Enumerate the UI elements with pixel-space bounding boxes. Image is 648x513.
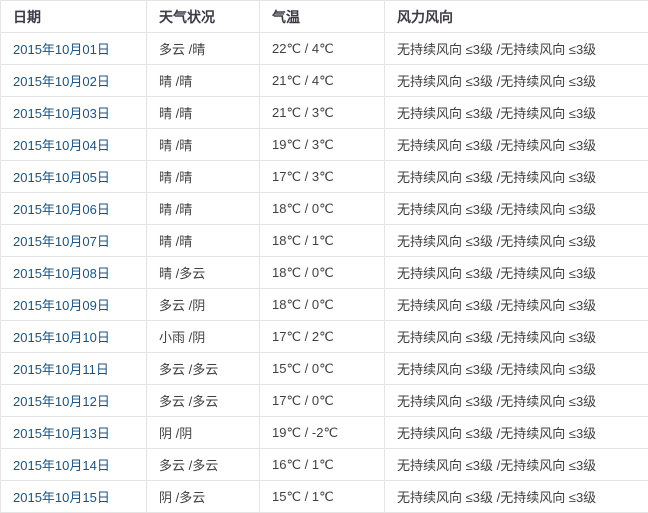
table-row: 2015年10月08日 晴 /多云 18℃ / 0℃ 无持续风向 ≤3级 /无持… — [0, 256, 648, 289]
date-link[interactable]: 2015年10月06日 — [13, 202, 110, 217]
temperature-cell: 17℃ / 3℃ — [259, 160, 385, 193]
date-link[interactable]: 2015年10月01日 — [13, 42, 110, 57]
date-cell: 2015年10月06日 — [0, 192, 147, 225]
temperature-cell: 19℃ / 3℃ — [259, 128, 385, 161]
table-row: 2015年10月06日 晴 /晴 18℃ / 0℃ 无持续风向 ≤3级 /无持续… — [0, 192, 648, 225]
table-row: 2015年10月10日 小雨 /阴 17℃ / 2℃ 无持续风向 ≤3级 /无持… — [0, 320, 648, 353]
wind-cell: 无持续风向 ≤3级 /无持续风向 ≤3级 — [384, 352, 648, 385]
date-link[interactable]: 2015年10月02日 — [13, 74, 110, 89]
weather-cell: 晴 /晴 — [146, 224, 260, 257]
date-cell: 2015年10月04日 — [0, 128, 147, 161]
date-cell: 2015年10月12日 — [0, 384, 147, 417]
header-row: 日期 天气状况 气温 风力风向 — [0, 0, 648, 33]
wind-cell: 无持续风向 ≤3级 /无持续风向 ≤3级 — [384, 480, 648, 513]
date-link[interactable]: 2015年10月13日 — [13, 426, 110, 441]
date-cell: 2015年10月09日 — [0, 288, 147, 321]
weather-cell: 晴 /晴 — [146, 192, 260, 225]
date-cell: 2015年10月11日 — [0, 352, 147, 385]
wind-cell: 无持续风向 ≤3级 /无持续风向 ≤3级 — [384, 288, 648, 321]
table-row: 2015年10月15日 阴 /多云 15℃ / 1℃ 无持续风向 ≤3级 /无持… — [0, 480, 648, 513]
date-cell: 2015年10月15日 — [0, 480, 147, 513]
weather-history-table: 日期 天气状况 气温 风力风向 2015年10月01日 多云 /晴 22℃ / … — [0, 0, 648, 513]
weather-cell: 小雨 /阴 — [146, 320, 260, 353]
date-cell: 2015年10月08日 — [0, 256, 147, 289]
date-link[interactable]: 2015年10月12日 — [13, 394, 110, 409]
col-header-date: 日期 — [0, 0, 147, 33]
wind-cell: 无持续风向 ≤3级 /无持续风向 ≤3级 — [384, 448, 648, 481]
weather-cell: 多云 /阴 — [146, 288, 260, 321]
wind-cell: 无持续风向 ≤3级 /无持续风向 ≤3级 — [384, 192, 648, 225]
table-row: 2015年10月02日 晴 /晴 21℃ / 4℃ 无持续风向 ≤3级 /无持续… — [0, 64, 648, 97]
date-link[interactable]: 2015年10月03日 — [13, 106, 110, 121]
date-link[interactable]: 2015年10月10日 — [13, 330, 110, 345]
date-cell: 2015年10月14日 — [0, 448, 147, 481]
temperature-cell: 18℃ / 1℃ — [259, 224, 385, 257]
weather-cell: 晴 /晴 — [146, 128, 260, 161]
table-row: 2015年10月13日 阴 /阴 19℃ / -2℃ 无持续风向 ≤3级 /无持… — [0, 416, 648, 449]
table-row: 2015年10月07日 晴 /晴 18℃ / 1℃ 无持续风向 ≤3级 /无持续… — [0, 224, 648, 257]
date-link[interactable]: 2015年10月15日 — [13, 490, 110, 505]
weather-cell: 阴 /阴 — [146, 416, 260, 449]
temperature-cell: 18℃ / 0℃ — [259, 192, 385, 225]
wind-cell: 无持续风向 ≤3级 /无持续风向 ≤3级 — [384, 320, 648, 353]
date-cell: 2015年10月10日 — [0, 320, 147, 353]
date-link[interactable]: 2015年10月14日 — [13, 458, 110, 473]
wind-cell: 无持续风向 ≤3级 /无持续风向 ≤3级 — [384, 64, 648, 97]
temperature-cell: 21℃ / 4℃ — [259, 64, 385, 97]
date-cell: 2015年10月01日 — [0, 32, 147, 65]
date-link[interactable]: 2015年10月09日 — [13, 298, 110, 313]
weather-cell: 晴 /晴 — [146, 160, 260, 193]
table-header: 日期 天气状况 气温 风力风向 — [0, 0, 648, 33]
weather-cell: 多云 /晴 — [146, 32, 260, 65]
temperature-cell: 18℃ / 0℃ — [259, 256, 385, 289]
col-header-wind: 风力风向 — [384, 0, 648, 33]
temperature-cell: 21℃ / 3℃ — [259, 96, 385, 129]
table-row: 2015年10月12日 多云 /多云 17℃ / 0℃ 无持续风向 ≤3级 /无… — [0, 384, 648, 417]
date-link[interactable]: 2015年10月08日 — [13, 266, 110, 281]
weather-cell: 晴 /多云 — [146, 256, 260, 289]
wind-cell: 无持续风向 ≤3级 /无持续风向 ≤3级 — [384, 96, 648, 129]
date-link[interactable]: 2015年10月04日 — [13, 138, 110, 153]
temperature-cell: 17℃ / 2℃ — [259, 320, 385, 353]
wind-cell: 无持续风向 ≤3级 /无持续风向 ≤3级 — [384, 224, 648, 257]
date-cell: 2015年10月13日 — [0, 416, 147, 449]
temperature-cell: 15℃ / 1℃ — [259, 480, 385, 513]
weather-cell: 晴 /晴 — [146, 96, 260, 129]
weather-cell: 多云 /多云 — [146, 384, 260, 417]
date-cell: 2015年10月03日 — [0, 96, 147, 129]
table-row: 2015年10月04日 晴 /晴 19℃ / 3℃ 无持续风向 ≤3级 /无持续… — [0, 128, 648, 161]
col-header-weather: 天气状况 — [146, 0, 260, 33]
date-cell: 2015年10月02日 — [0, 64, 147, 97]
wind-cell: 无持续风向 ≤3级 /无持续风向 ≤3级 — [384, 256, 648, 289]
table-row: 2015年10月11日 多云 /多云 15℃ / 0℃ 无持续风向 ≤3级 /无… — [0, 352, 648, 385]
date-link[interactable]: 2015年10月11日 — [13, 362, 109, 377]
weather-cell: 晴 /晴 — [146, 64, 260, 97]
temperature-cell: 17℃ / 0℃ — [259, 384, 385, 417]
date-link[interactable]: 2015年10月07日 — [13, 234, 110, 249]
temperature-cell: 15℃ / 0℃ — [259, 352, 385, 385]
table-row: 2015年10月14日 多云 /多云 16℃ / 1℃ 无持续风向 ≤3级 /无… — [0, 448, 648, 481]
table-row: 2015年10月01日 多云 /晴 22℃ / 4℃ 无持续风向 ≤3级 /无持… — [0, 32, 648, 65]
table-row: 2015年10月03日 晴 /晴 21℃ / 3℃ 无持续风向 ≤3级 /无持续… — [0, 96, 648, 129]
temperature-cell: 22℃ / 4℃ — [259, 32, 385, 65]
weather-cell: 多云 /多云 — [146, 352, 260, 385]
weather-cell: 多云 /多云 — [146, 448, 260, 481]
date-link[interactable]: 2015年10月05日 — [13, 170, 110, 185]
wind-cell: 无持续风向 ≤3级 /无持续风向 ≤3级 — [384, 160, 648, 193]
wind-cell: 无持续风向 ≤3级 /无持续风向 ≤3级 — [384, 128, 648, 161]
weather-cell: 阴 /多云 — [146, 480, 260, 513]
date-cell: 2015年10月07日 — [0, 224, 147, 257]
wind-cell: 无持续风向 ≤3级 /无持续风向 ≤3级 — [384, 32, 648, 65]
temperature-cell: 19℃ / -2℃ — [259, 416, 385, 449]
wind-cell: 无持续风向 ≤3级 /无持续风向 ≤3级 — [384, 384, 648, 417]
table-row: 2015年10月05日 晴 /晴 17℃ / 3℃ 无持续风向 ≤3级 /无持续… — [0, 160, 648, 193]
temperature-cell: 18℃ / 0℃ — [259, 288, 385, 321]
table-row: 2015年10月09日 多云 /阴 18℃ / 0℃ 无持续风向 ≤3级 /无持… — [0, 288, 648, 321]
col-header-temperature: 气温 — [259, 0, 385, 33]
table-body: 2015年10月01日 多云 /晴 22℃ / 4℃ 无持续风向 ≤3级 /无持… — [0, 32, 648, 513]
wind-cell: 无持续风向 ≤3级 /无持续风向 ≤3级 — [384, 416, 648, 449]
temperature-cell: 16℃ / 1℃ — [259, 448, 385, 481]
date-cell: 2015年10月05日 — [0, 160, 147, 193]
